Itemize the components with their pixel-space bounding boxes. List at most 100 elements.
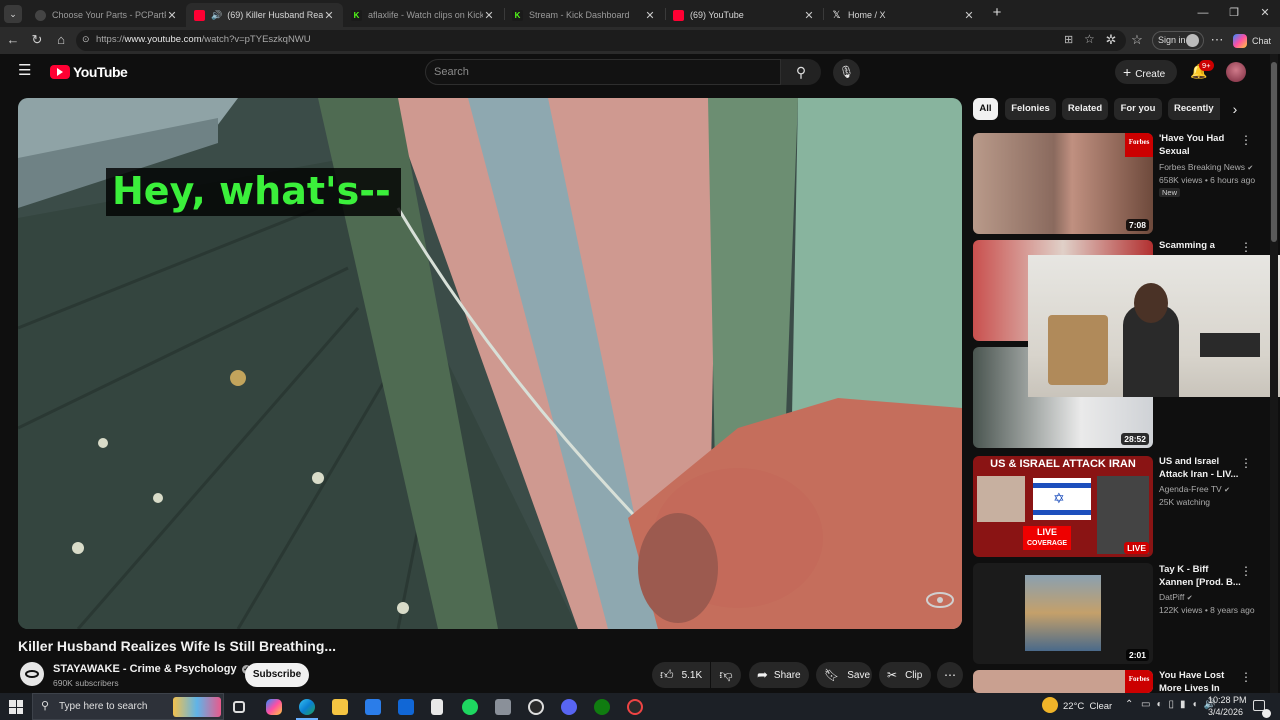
discord-icon[interactable]	[561, 699, 577, 715]
sign-in-button[interactable]: Sign in	[1152, 31, 1204, 50]
more-vertical-icon[interactable]: ⋮	[1240, 670, 1252, 684]
more-actions-button[interactable]: ⋯	[937, 662, 963, 688]
spotify-icon[interactable]	[462, 699, 478, 715]
bookmark-icon: 🔖︎	[824, 668, 840, 682]
live-coverage-badge: LIVE COVERAGE	[1023, 526, 1072, 550]
favorites-icon[interactable]: ☆	[1128, 31, 1146, 49]
restore-button[interactable]: ❐	[1219, 4, 1249, 22]
video-player[interactable]: Hey, what's--	[18, 98, 962, 629]
related-video-thumbnail[interactable]: US & ISRAEL ATTACK IRAN ✡ LIVE COVERAGE L…	[973, 456, 1153, 557]
browser-tab[interactable]: K aflaxlife - Watch clips on Kick ✕	[343, 3, 503, 27]
channel-name[interactable]: STAYAWAKE - Crime & Psychology ✓	[53, 663, 251, 675]
obs-icon[interactable]	[528, 699, 544, 715]
voice-search-button[interactable]: 🎙	[833, 59, 860, 86]
tab-close-icon[interactable]: ✕	[963, 9, 975, 22]
chips-next-arrow-icon[interactable]: ›	[1224, 99, 1246, 121]
related-video-title[interactable]: 'Have You Had Sexual Relations...	[1159, 133, 1241, 159]
related-video-title[interactable]: You Have Lost More Lives In	[1159, 670, 1241, 693]
tab-close-icon[interactable]: ✕	[323, 9, 335, 22]
extensions-icon[interactable]: ✲	[1102, 31, 1120, 49]
app-available-icon[interactable]: ⊞	[1064, 33, 1073, 46]
browser-tab[interactable]: Choose Your Parts - PCPartPicker ✕	[27, 3, 186, 27]
related-video-channel[interactable]: DatPiff ✔	[1159, 592, 1193, 602]
related-video-title[interactable]: Scamming a	[1159, 240, 1241, 253]
chip-related[interactable]: Related	[1062, 98, 1108, 120]
channel-avatar[interactable]	[20, 662, 44, 686]
subscribe-button[interactable]: Subscribe	[245, 663, 309, 687]
tray-chevron-icon[interactable]: ⌃	[1125, 699, 1133, 710]
tab-close-icon[interactable]: ✕	[166, 9, 178, 22]
clock-date[interactable]: 3/4/2026	[1208, 707, 1243, 717]
microsoft-store-icon[interactable]	[365, 699, 381, 715]
related-video-title[interactable]: US and Israel Attack Iran - LIV...	[1159, 456, 1241, 481]
related-video-thumbnail[interactable]: Forbes 7:08	[973, 133, 1153, 234]
pcpartpicker-favicon-icon	[35, 9, 46, 21]
favorite-star-icon[interactable]: ☆	[1084, 32, 1095, 46]
address-bar[interactable]: ⊙ https://www.youtube.com/watch?v=pTYEsz…	[76, 30, 1126, 51]
clip-button[interactable]: ✂ Clip	[879, 662, 931, 688]
account-avatar[interactable]	[1226, 62, 1246, 82]
copilot-taskbar-icon[interactable]	[266, 699, 282, 715]
more-vertical-icon[interactable]: ⋮	[1240, 133, 1252, 147]
clock-time[interactable]: 10:28 PM	[1208, 695, 1247, 705]
copilot-chat-button[interactable]: Chat	[1233, 32, 1271, 49]
reload-icon[interactable]: ↻	[28, 31, 46, 49]
minimize-button[interactable]: —	[1188, 4, 1218, 22]
menu-icon[interactable]: ☰	[18, 63, 34, 79]
plus-icon: +	[1123, 64, 1132, 80]
tab-close-icon[interactable]: ✕	[803, 9, 815, 22]
search-button[interactable]: ⚲	[781, 59, 821, 85]
browser-tab[interactable]: (69) YouTube ✕	[665, 3, 823, 27]
browser-tab[interactable]: K Stream - Kick Dashboard ✕	[504, 3, 664, 27]
verified-icon: ✔	[1186, 595, 1193, 602]
tab-actions-button[interactable]: ⌄	[4, 5, 22, 23]
share-label: Share	[773, 669, 801, 681]
notepad-icon[interactable]	[431, 699, 443, 715]
app-icon[interactable]	[627, 699, 643, 715]
speaker-icon[interactable]: 🔊	[211, 10, 222, 21]
weather-text[interactable]: 22°C Clear	[1063, 701, 1112, 712]
xbox-icon[interactable]	[594, 699, 610, 715]
share-button[interactable]: ➦ Share	[749, 662, 809, 688]
windows-start-icon[interactable]	[9, 700, 23, 714]
home-icon[interactable]: ⌂	[52, 31, 70, 49]
save-button[interactable]: 🔖︎ Save	[816, 662, 872, 688]
tab-close-icon[interactable]: ✕	[483, 9, 495, 22]
youtube-favicon-icon	[194, 9, 205, 21]
chip-felonies[interactable]: Felonies	[1005, 98, 1056, 120]
new-tab-button[interactable]: +	[988, 4, 1006, 22]
notifications-button[interactable]: 🔔 9+	[1190, 60, 1214, 81]
site-info-icon[interactable]: ⊙	[82, 34, 90, 45]
file-explorer-icon[interactable]	[332, 699, 348, 715]
more-vertical-icon[interactable]: ⋮	[1240, 564, 1252, 578]
outlook-icon[interactable]	[398, 699, 414, 715]
chip-all[interactable]: All	[973, 98, 998, 120]
task-view-icon[interactable]	[233, 701, 245, 713]
back-arrow-icon[interactable]: ←	[4, 31, 22, 49]
dislike-button[interactable]: 👎︎	[711, 662, 741, 688]
browser-tab-active[interactable]: 🔊 (69) Killer Husband Realizes Wife ✕	[186, 3, 343, 27]
taskbar-search-box[interactable]: ⚲ Type here to search	[32, 693, 224, 720]
related-video-thumbnail[interactable]: Forbes	[973, 670, 1153, 693]
israel-flag: ✡	[1033, 478, 1091, 520]
related-video-title[interactable]: Tay K - Biff Xannen [Prod. B...	[1159, 564, 1241, 589]
like-button[interactable]: 👍︎ 5.1K	[652, 662, 710, 688]
thumbs-up-icon: 👍︎	[660, 667, 674, 682]
browser-tab[interactable]: 𝕏 Home / X ✕	[823, 3, 983, 27]
related-video-channel[interactable]: Agenda-Free TV ✔	[1159, 484, 1230, 494]
tab-close-icon[interactable]: ✕	[644, 9, 656, 22]
create-button[interactable]: + Create	[1115, 60, 1177, 84]
more-vertical-icon[interactable]: ⋮	[1240, 240, 1252, 254]
chip-for-you[interactable]: For you	[1114, 98, 1162, 120]
youtube-logo[interactable]: YouTube	[50, 64, 128, 80]
close-window-button[interactable]: ✕	[1250, 4, 1280, 22]
page-scrollbar[interactable]	[1270, 54, 1278, 693]
search-input[interactable]: Search	[425, 59, 781, 85]
app-icon[interactable]	[495, 699, 511, 715]
more-options-icon[interactable]: ⋯	[1208, 31, 1226, 49]
chip-recently[interactable]: Recently	[1168, 98, 1220, 120]
related-video-channel[interactable]: Forbes Breaking News ✔	[1159, 162, 1253, 172]
more-vertical-icon[interactable]: ⋮	[1240, 456, 1252, 470]
edge-browser-icon[interactable]	[299, 699, 315, 715]
related-video-thumbnail[interactable]: 2:01	[973, 563, 1153, 664]
